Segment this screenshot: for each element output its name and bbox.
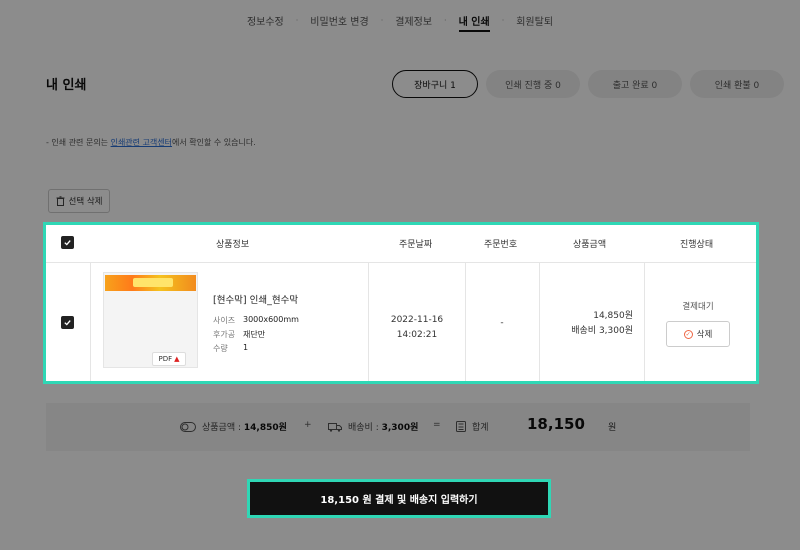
plus-sign: + [304,420,312,430]
table-row: PDF ▲ [현수막] 인쇄_현수막 사이즈 3000x600mm 후가공 재단만 … [46,263,756,381]
select-all-checkbox[interactable] [61,236,74,249]
spec-value: 3000x600mm [243,315,299,324]
order-date-day: 2022-11-16 [390,315,444,325]
header-product-info: 상품정보 [216,240,250,250]
banner-preview [105,275,196,291]
tab-cart[interactable]: 장바구니 1 [392,70,478,98]
delete-circle-icon: ✓ [683,329,693,339]
spec-value: 재단만 [243,330,266,339]
notice-suffix: 에서 확인할 수 있습니다. [172,138,256,147]
product-name: [현수막] 인쇄_현수막 [213,295,299,306]
nav-edit-profile[interactable]: 정보수정 [235,0,296,40]
customer-center-link[interactable]: 인쇄관련 고객센터 [111,138,172,147]
status-badge: 결제대기 [682,302,714,312]
delete-item-label: 삭제 [696,330,713,340]
header-order-date: 주문날짜 [399,240,433,250]
tab-shipped[interactable]: 출고 완료 0 [588,70,682,98]
shipping-fee: 배송비 3,300원 [571,326,633,336]
spec-label: 후가공 [213,330,236,339]
order-number: - [500,318,504,328]
trash-icon [56,196,64,206]
cart-table: 상품정보 주문날짜 주문번호 상품금액 진행상태 PDF ▲ [현수막] 인쇄_… [43,222,759,384]
product-price: 14,850원 배송비 3,300원 [539,309,633,339]
order-date-time: 14:02:21 [396,330,438,340]
product-thumbnail: PDF ▲ [103,272,198,368]
pdf-download-button[interactable]: PDF ▲ [152,352,186,366]
calculator-icon [456,421,466,432]
spec-label: 사이즈 [213,316,236,325]
nav-change-password[interactable]: 비밀번호 변경 [298,0,380,40]
header-product-amount: 상품금액 [573,240,607,250]
delete-item-button[interactable]: ✓ 삭제 [666,321,730,347]
delete-selected-label: 선택 삭제 [68,197,103,207]
summary-shipping: 배송비 : 3,300원 [328,420,418,433]
truck-icon [328,422,342,432]
summary-product-amount: 상품금액 : 14,850원 [180,420,287,433]
check-icon [64,240,71,246]
spec-finishing: 후가공 재단만 [213,329,265,340]
shipping-value: 3,300원 [381,423,419,433]
status-tabs: 장바구니 1 인쇄 진행 중 0 출고 완료 0 인쇄 환불 0 [392,70,784,98]
summary-total-label: 합계 [456,420,489,433]
top-nav: 정보수정 · 비밀번호 변경 · 결제정보 · 내 인쇄 · 회원탈퇴 [0,0,800,40]
column-divider [644,263,645,381]
tab-refund[interactable]: 인쇄 환불 0 [690,70,784,98]
shipping-label: 배송비 : [348,423,382,433]
pdf-icon: ▲ [174,355,180,363]
product-amount-label: 상품금액 : [202,423,244,433]
header-order-number: 주문번호 [484,240,518,250]
table-header: 상품정보 주문날짜 주문번호 상품금액 진행상태 [46,225,756,263]
tab-printing[interactable]: 인쇄 진행 중 0 [486,70,580,98]
product-amount-value: 14,850원 [243,423,287,433]
spec-label: 수량 [213,344,228,353]
total-label: 합계 [472,423,489,433]
row-checkbox[interactable] [61,316,74,329]
column-divider [90,263,91,381]
delete-selected-button[interactable]: 선택 삭제 [48,189,110,213]
notice-text: - 인쇄 관련 문의는 인쇄관련 고객센터에서 확인할 수 있습니다. [46,137,256,148]
total-currency: 원 [608,423,617,433]
total-value: 18,150 [527,415,585,433]
notice-prefix: - 인쇄 관련 문의는 [46,138,111,147]
spec-quantity: 수량 1 [213,343,248,354]
check-icon [64,320,71,326]
checkout-button[interactable]: 18,150 원 결제 및 배송지 입력하기 [247,479,551,518]
spec-size: 사이즈 3000x600mm [213,315,299,326]
spec-value: 1 [243,343,249,352]
coupon-icon [180,421,196,432]
price-value: 14,850원 [593,311,633,321]
page-title: 내 인쇄 [46,78,87,93]
nav-payment-info[interactable]: 결제정보 [383,0,444,40]
nav-my-print[interactable]: 내 인쇄 [447,0,502,40]
pdf-label: PDF [158,355,173,363]
header-progress-status: 진행상태 [680,240,714,250]
equals-sign: = [433,420,441,430]
nav-withdraw[interactable]: 회원탈퇴 [504,0,565,40]
order-date: 2022-11-16 14:02:21 [368,313,466,343]
order-summary: 상품금액 : 14,850원 + 배송비 : 3,300원 = 합계 18,15… [46,403,750,451]
